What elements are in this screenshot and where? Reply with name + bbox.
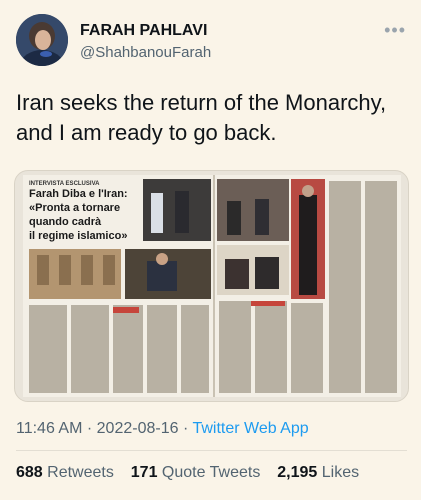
- quote-tweets-count: 171: [130, 464, 158, 481]
- article-headline-3: quando cadrà: [29, 216, 102, 228]
- avatar-portrait-image: [16, 14, 68, 66]
- meta-separator-1: ·: [86, 420, 93, 437]
- retweets-label: Retweets: [47, 464, 114, 481]
- author-name[interactable]: FARAH PAHLAVI: [80, 22, 207, 40]
- tweet-meta: 11:46 AM · 2022-08-16 · Twitter Web App: [16, 420, 309, 438]
- tweet-text-line-2: and I am ready to go back.: [16, 120, 277, 145]
- newspaper-spread-image: INTERVISTA ESCLUSIVA Farah Diba e l'Iran…: [23, 175, 401, 397]
- divider-top: [16, 450, 407, 451]
- quote-tweets-stat[interactable]: 171 Quote Tweets: [131, 464, 261, 481]
- article-kicker: INTERVISTA ESCLUSIVA: [29, 181, 100, 187]
- likes-count: 2,195: [277, 464, 318, 481]
- article-headline-2: «Pronta a tornare: [29, 202, 120, 214]
- retweets-count: 688: [16, 464, 43, 481]
- tweet-text: Iran seeks the return of the Monarchy, a…: [16, 88, 408, 148]
- meta-separator-2: ·: [182, 420, 189, 437]
- author-handle[interactable]: @ShahbanouFarah: [80, 44, 211, 61]
- likes-label: Likes: [321, 464, 360, 481]
- retweets-stat[interactable]: 688 Retweets: [16, 464, 114, 481]
- tweet-header: FARAH PAHLAVI @ShahbanouFarah •••: [16, 14, 406, 70]
- tweet-source-link[interactable]: Twitter Web App: [192, 420, 308, 437]
- tweet-media-newspaper-image[interactable]: INTERVISTA ESCLUSIVA Farah Diba e l'Iran…: [14, 170, 409, 402]
- tweet-text-line-1: Iran seeks the return of the Monarchy,: [16, 90, 387, 115]
- article-headline-4: il regime islamico»: [29, 230, 127, 242]
- article-headline-1: Farah Diba e l'Iran:: [29, 188, 128, 200]
- tweet-stats: 688 Retweets 171 Quote Tweets 2,195 Like…: [16, 464, 359, 482]
- avatar[interactable]: [16, 14, 68, 66]
- likes-stat[interactable]: 2,195 Likes: [277, 464, 359, 481]
- tweet-time[interactable]: 11:46 AM: [16, 420, 82, 437]
- quote-tweets-label: Quote Tweets: [161, 464, 261, 481]
- more-options-icon[interactable]: •••: [384, 20, 406, 41]
- tweet-date[interactable]: 2022-08-16: [97, 420, 179, 437]
